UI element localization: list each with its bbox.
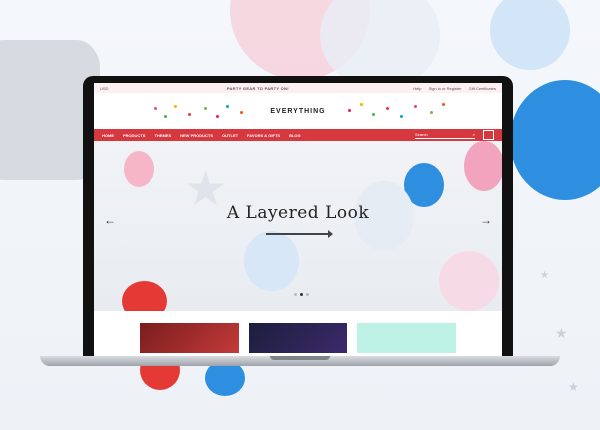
slide-dot[interactable] [306,293,309,296]
star-icon: ★ [555,325,568,341]
slide-dot-active[interactable] [300,293,303,296]
hero-carousel: ★ A Layered Look ← → [94,141,502,311]
laptop-notch [270,356,330,360]
nav-blog[interactable]: BLOG [289,133,301,138]
gift-cert-link[interactable]: Gift Certificates [469,86,496,91]
laptop-frame: USD PARTY GEAR TO PARTY ON! Help Sign in… [83,76,513,359]
prev-slide-arrow-icon[interactable]: ← [104,213,116,227]
balloon-blue-large [510,80,600,200]
category-tile[interactable] [140,323,239,353]
top-bar: USD PARTY GEAR TO PARTY ON! Help Sign in… [94,83,502,93]
slide-dot[interactable] [294,293,297,296]
star-icon: ★ [568,380,579,394]
search-placeholder: Search [415,132,428,137]
help-link[interactable]: Help [413,86,421,91]
laptop-screen: USD PARTY GEAR TO PARTY ON! Help Sign in… [94,83,502,359]
main-nav: HOME PRODUCTS THEMES NEW PRODUCTS OUTLET… [94,129,502,141]
search-input[interactable]: Search ⌕ [415,131,475,139]
utility-links: Help Sign in or Register Gift Certificat… [407,86,496,91]
nav-new-products[interactable]: NEW PRODUCTS [180,133,213,138]
confetti-left [154,101,254,123]
nav-products[interactable]: PRODUCTS [123,133,145,138]
category-tiles [94,311,502,353]
site-header: EVERYTHING [94,93,502,129]
signin-link[interactable]: Sign in or Register [429,86,462,91]
nav-favors-gifts[interactable]: FAVORS & GIFTS [247,133,280,138]
star-icon: ★ [540,270,549,281]
category-tile[interactable] [248,323,348,353]
balloon-marble [124,151,154,187]
hero-title: A Layered Look [226,203,370,223]
balloon-clear-right [439,251,499,311]
arrow-decoration [266,230,333,238]
balloon-light [244,231,299,291]
nav-home[interactable]: HOME [102,133,114,138]
cart-icon[interactable] [483,130,494,140]
promo-text: PARTY GEAR TO PARTY ON! [226,85,289,91]
slide-pager [294,293,309,296]
balloon-marble-right [464,141,502,191]
balloon-red-small [122,281,167,311]
nav-themes[interactable]: THEMES [154,133,171,138]
balloon-lightblue [490,0,570,70]
nav-outlet[interactable]: OUTLET [222,133,238,138]
category-tile[interactable] [357,323,457,353]
next-slide-arrow-icon[interactable]: → [480,213,492,227]
confetti-right [344,101,454,123]
search-icon[interactable]: ⌕ [473,132,475,137]
site-logo[interactable]: EVERYTHING [270,108,325,115]
currency-selector[interactable]: USD [100,86,108,91]
